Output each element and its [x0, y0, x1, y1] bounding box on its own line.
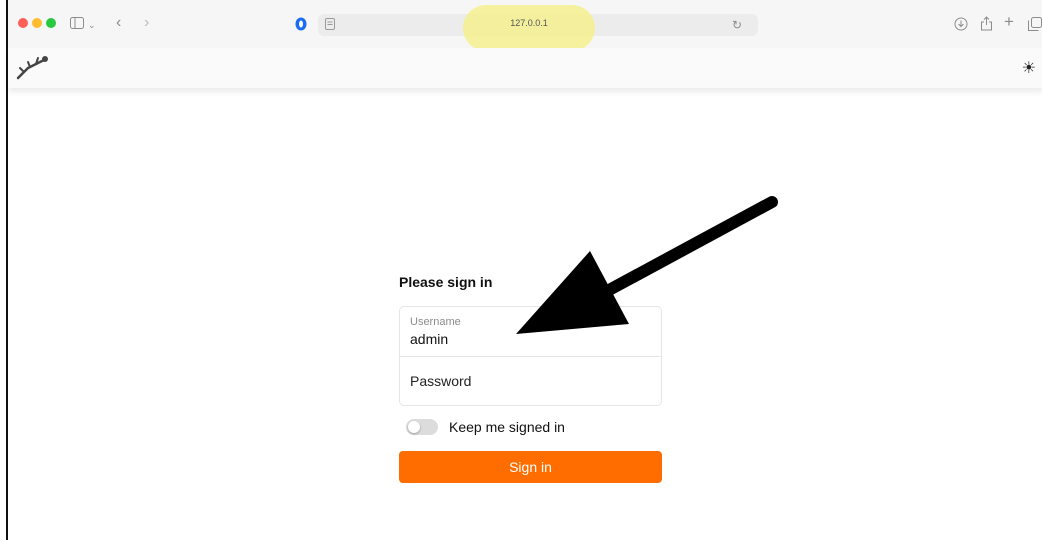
login-title: Please sign in [399, 274, 493, 290]
credentials-box: Username [399, 306, 662, 406]
reload-icon[interactable]: ↻ [732, 18, 742, 32]
url-text[interactable]: 127.0.0.1 [463, 18, 595, 28]
reader-icon[interactable] [325, 18, 335, 34]
keep-signed-in-label[interactable]: Keep me signed in [449, 419, 565, 435]
password-input[interactable] [410, 373, 650, 389]
browser-window: ⌄ ‹ › 127.0.0.1 ↻ + ☀ Please sign in Use… [6, 0, 1042, 540]
app-header: ☀ [8, 48, 1042, 88]
sidebar-icon[interactable] [70, 17, 84, 31]
toggle-knob [408, 421, 420, 433]
zoom-window-button[interactable] [46, 18, 56, 28]
field-divider [400, 356, 661, 357]
shield-icon[interactable] [295, 17, 307, 33]
minimize-window-button[interactable] [32, 18, 42, 28]
download-icon[interactable] [954, 17, 968, 33]
keep-signed-in-toggle[interactable] [406, 419, 438, 435]
sun-icon[interactable]: ☀ [1022, 58, 1036, 78]
back-icon[interactable]: ‹ [116, 15, 121, 31]
chevron-down-icon[interactable]: ⌄ [88, 18, 96, 32]
new-tab-icon[interactable]: + [1004, 13, 1014, 30]
close-window-button[interactable] [18, 18, 28, 28]
username-input[interactable] [410, 331, 650, 347]
share-icon[interactable] [980, 16, 993, 33]
tabs-icon[interactable] [1028, 17, 1042, 33]
diver-logo-icon[interactable] [14, 54, 50, 82]
username-label: Username [410, 316, 461, 328]
url-highlight [463, 5, 595, 51]
forward-icon[interactable]: › [144, 15, 149, 31]
browser-toolbar: ⌄ ‹ › 127.0.0.1 ↻ + [8, 0, 1042, 51]
sign-in-button[interactable]: Sign in [399, 451, 662, 483]
